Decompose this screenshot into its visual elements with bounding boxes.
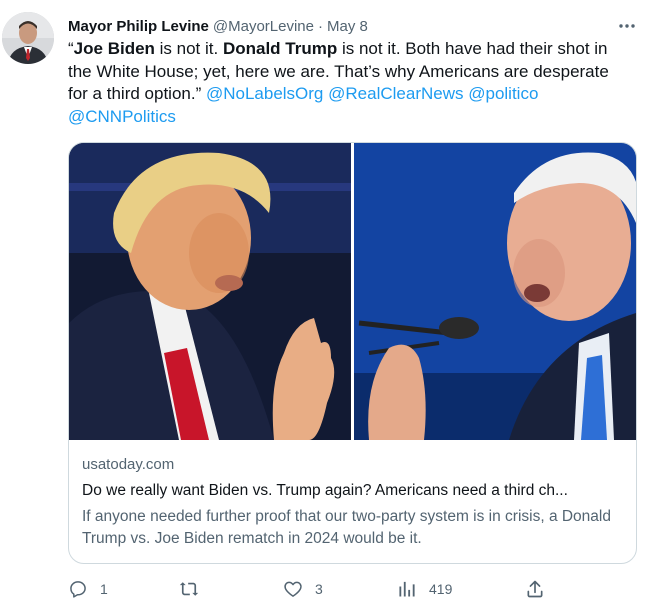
separator: · (317, 17, 323, 35)
author-name[interactable]: Mayor Philip Levine (68, 18, 209, 35)
mention-link[interactable]: @RealClearNews (328, 84, 463, 103)
views-button[interactable]: 419 (397, 578, 452, 600)
card-title: Do we really want Biden vs. Trump again?… (82, 482, 568, 499)
action-bar: 1 3 419 (0, 578, 653, 600)
share-button[interactable] (525, 578, 545, 600)
reply-count: 1 (100, 581, 108, 597)
link-card[interactable]: usatoday.com Do we really want Biden vs.… (68, 142, 637, 564)
reply-icon (68, 579, 88, 599)
tweet-header: Mayor Philip Levine @MayorLevine · May 8 (68, 16, 368, 36)
card-description: If anyone needed further proof that our … (82, 508, 611, 547)
bold-name-biden: Joe Biden (73, 39, 155, 58)
text-part-1: is not it. (154, 39, 223, 58)
like-count: 3 (315, 581, 323, 597)
reply-button[interactable]: 1 (68, 578, 108, 600)
tweet[interactable]: Mayor Philip Levine @MayorLevine · May 8… (0, 0, 653, 615)
author-handle[interactable]: @MayorLevine (213, 18, 314, 35)
retweet-button[interactable] (178, 578, 200, 600)
mention-link[interactable]: @NoLabelsOrg (206, 84, 323, 103)
retweet-icon (178, 579, 200, 599)
like-button[interactable]: 3 (283, 578, 323, 600)
bold-name-trump: Donald Trump (222, 39, 338, 58)
tweet-text: “Joe Biden is not it. Donald Trump is no… (68, 38, 628, 128)
mention-link[interactable]: @CNNPolitics (68, 107, 176, 126)
card-image[interactable] (69, 143, 636, 440)
mention-link[interactable]: @politico (468, 84, 538, 103)
more-icon[interactable] (616, 16, 638, 36)
card-domain: usatoday.com (82, 456, 175, 473)
share-icon (525, 579, 545, 599)
avatar[interactable] (2, 12, 54, 64)
views-icon (397, 579, 417, 599)
heart-icon (283, 579, 303, 599)
view-count: 419 (429, 581, 453, 597)
tweet-date[interactable]: May 8 (327, 18, 368, 35)
